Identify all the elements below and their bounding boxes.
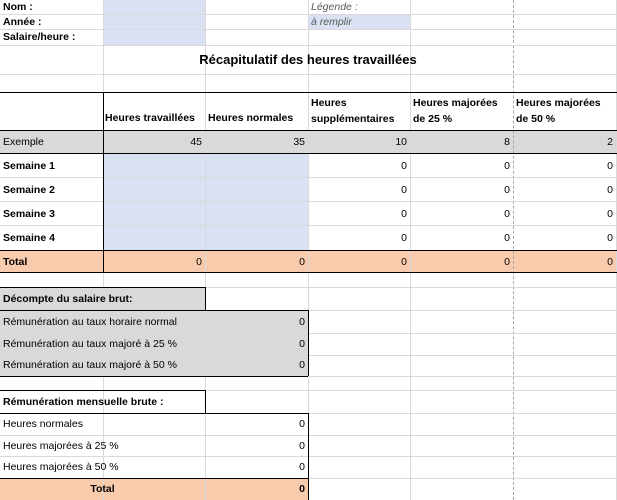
week-value: 0 — [401, 208, 407, 220]
week-label: Semaine 1 — [3, 160, 55, 172]
mensuel-title: Rémunération mensuelle brute : — [3, 396, 164, 408]
brut-title: Décompte du salaire brut: — [3, 293, 133, 305]
header-heures-majorees-50: Heures majorées de 50 % — [516, 97, 601, 125]
week-label: Semaine 4 — [3, 232, 55, 244]
mensuel-total-label: Total — [90, 483, 115, 495]
brut-row-value: 0 — [299, 338, 305, 350]
rate-label: Salaire/heure : — [3, 31, 76, 43]
brut-row-value: 0 — [299, 316, 305, 328]
year-label: Année : — [3, 16, 42, 28]
total-label: Total — [3, 256, 28, 268]
week-value: 0 — [504, 232, 510, 244]
example-value: 2 — [607, 136, 613, 148]
brut-row-label: Rémunération au taux horaire normal — [3, 316, 177, 328]
week-value: 0 — [607, 232, 613, 244]
brut-row-value: 0 — [299, 359, 305, 371]
total-value: 0 — [401, 256, 407, 268]
week-value: 0 — [401, 232, 407, 244]
example-label: Exemple — [3, 136, 44, 148]
page-title: Récapitulatif des heures travaillées — [199, 52, 417, 67]
total-value: 0 — [504, 256, 510, 268]
week-value: 0 — [607, 208, 613, 220]
total-value: 0 — [196, 256, 202, 268]
brut-row-label: Rémunération au taux majoré à 25 % — [3, 338, 177, 350]
total-value: 0 — [299, 256, 305, 268]
example-value: 45 — [190, 136, 202, 148]
mensuel-row-value: 0 — [299, 418, 305, 430]
header-heures-supplementaires: Heures supplémentaires — [311, 97, 395, 125]
example-value: 35 — [293, 136, 305, 148]
example-value: 8 — [504, 136, 510, 148]
week-value: 0 — [504, 160, 510, 172]
week-value: 0 — [504, 184, 510, 196]
week-value: 0 — [607, 160, 613, 172]
example-value: 10 — [395, 136, 407, 148]
mensuel-row-value: 0 — [299, 461, 305, 473]
week-label: Semaine 2 — [3, 184, 55, 196]
header-heures-travaillees: Heures travaillées — [105, 112, 195, 124]
mensuel-row-label: Heures normales — [3, 418, 83, 430]
brut-row-label: Rémunération au taux majoré à 50 % — [3, 359, 177, 371]
week-label: Semaine 3 — [3, 208, 55, 220]
spreadsheet: Nom : Année : Salaire/heure : Légende : … — [0, 0, 617, 500]
week-value: 0 — [504, 208, 510, 220]
header-heures-normales: Heures normales — [208, 112, 294, 124]
name-label: Nom : — [3, 1, 33, 13]
legend-fill-label: à remplir — [311, 16, 352, 28]
mensuel-total-value: 0 — [299, 483, 305, 495]
legend-label: Légende : — [311, 1, 358, 13]
week-value: 0 — [401, 184, 407, 196]
header-heures-majorees-25: Heures majorées de 25 % — [413, 97, 498, 125]
input-cell-top[interactable] — [103, 0, 205, 45]
mensuel-row-label: Heures majorées à 25 % — [3, 440, 119, 452]
mensuel-row-label: Heures majorées à 50 % — [3, 461, 119, 473]
week-value: 0 — [607, 184, 613, 196]
total-value: 0 — [607, 256, 613, 268]
mensuel-row-value: 0 — [299, 440, 305, 452]
week-value: 0 — [401, 160, 407, 172]
